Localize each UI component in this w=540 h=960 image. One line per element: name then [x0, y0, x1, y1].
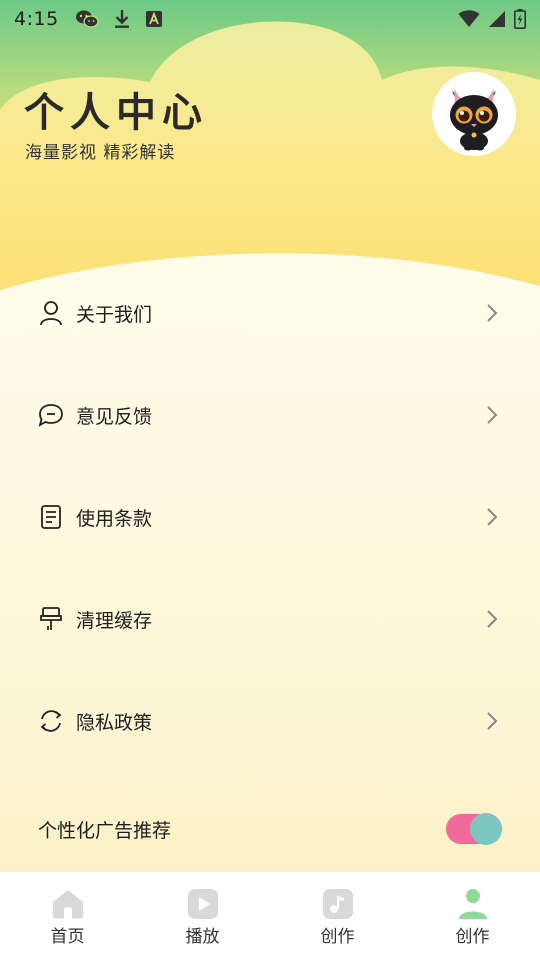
status-time: 4:15 [14, 8, 59, 30]
chevron-right-icon [487, 508, 498, 526]
tab-profile[interactable]: 创作 [405, 872, 540, 960]
chevron-right-icon [487, 304, 498, 322]
personalized-ads-row: 个性化广告推荐 [0, 800, 540, 858]
chevron-right-icon [487, 610, 498, 628]
menu-item-about-us[interactable]: 关于我们 [0, 262, 540, 364]
brush-icon [38, 606, 64, 632]
tab-label: 首页 [50, 927, 85, 947]
signal-icon [489, 11, 505, 27]
chevron-right-icon [487, 712, 498, 730]
home-icon [52, 888, 84, 920]
toggle-knob [470, 813, 502, 845]
person-icon [38, 300, 64, 326]
menu-item-privacy-policy[interactable]: 隐私政策 [0, 670, 540, 772]
refresh-icon [38, 708, 64, 734]
menu-item-label: 清理缓存 [76, 609, 153, 632]
page-title: 个人中心 [24, 90, 208, 136]
bottom-tab-bar: 首页 播放 创作 创作 [0, 872, 540, 960]
wechat-icon [75, 10, 99, 28]
personalized-ads-toggle[interactable] [446, 813, 502, 845]
status-bar: 4:15 [0, 0, 540, 38]
tab-play[interactable]: 播放 [135, 872, 270, 960]
chevron-right-icon [487, 406, 498, 424]
music-note-icon [322, 888, 354, 920]
tab-label: 创作 [320, 927, 355, 947]
menu-item-clear-cache[interactable]: 清理缓存 [0, 568, 540, 670]
personalized-ads-label: 个性化广告推荐 [38, 819, 172, 842]
battery-charging-icon [514, 9, 526, 29]
menu-item-label: 隐私政策 [76, 711, 153, 734]
settings-menu: 关于我们 意见反馈 使用条款 清理缓存 隐私政策 [0, 262, 540, 772]
menu-item-label: 意见反馈 [76, 405, 153, 428]
menu-item-terms-of-use[interactable]: 使用条款 [0, 466, 540, 568]
download-icon [114, 10, 129, 28]
chat-bubble-icon [38, 402, 64, 428]
avatar[interactable] [432, 72, 516, 156]
menu-item-label: 使用条款 [76, 507, 153, 530]
tab-create[interactable]: 创作 [270, 872, 405, 960]
wifi-icon [458, 10, 480, 27]
menu-item-label: 关于我们 [76, 303, 153, 326]
play-icon [187, 888, 219, 920]
page-subtitle: 海量影视 精彩解读 [25, 143, 176, 163]
menu-item-feedback[interactable]: 意见反馈 [0, 364, 540, 466]
screen: 4:15 个人中心 海量影视 精彩解读 关于我们 意见反馈 使用条款 清理缓存 … [0, 0, 540, 960]
font-a-icon [145, 11, 162, 27]
document-icon [38, 504, 64, 530]
tab-home[interactable]: 首页 [0, 872, 135, 960]
tab-label: 创作 [455, 927, 490, 947]
user-icon [457, 888, 489, 920]
black-cat-avatar-icon [450, 89, 498, 151]
tab-label: 播放 [185, 927, 220, 947]
